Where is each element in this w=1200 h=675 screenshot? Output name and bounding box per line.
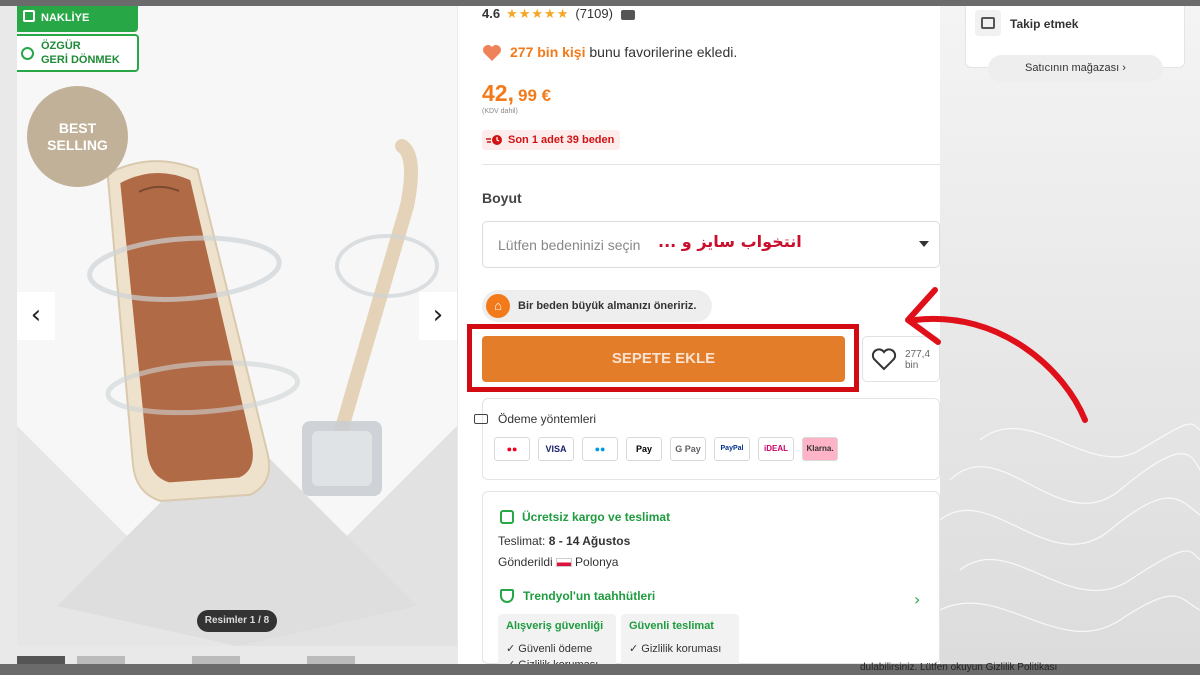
rating-row[interactable]: 4.6 ★★★★★ (7109) (482, 6, 635, 22)
apple-pay-logo: Pay (626, 437, 662, 461)
return-icon (21, 47, 34, 60)
annotation-arrow (905, 287, 1088, 423)
stock-badge: Son 1 adet 39 beden (482, 130, 621, 150)
clock-icon (486, 135, 502, 145)
vat-note: (KDV dahil) (482, 108, 518, 115)
follow-button[interactable]: Takip etmek (1010, 17, 1078, 31)
product-info-panel: 4.6 ★★★★★ (7109) 277 bin kişi bunu favoril… (458, 6, 940, 671)
star-rating-icon: ★★★★★ (506, 6, 570, 21)
divider (482, 164, 940, 165)
image-counter: Resimler 1 / 8 (197, 610, 277, 632)
price: 42, 99 € (482, 80, 552, 106)
payment-title: Ödeme yöntemleri (498, 412, 597, 426)
klarna-logo: Klarna. (802, 437, 838, 461)
paypal-logo: PayPal (714, 437, 750, 461)
seller-store-button[interactable]: Satıcının mağazası › (988, 55, 1163, 82)
heart-icon (483, 45, 501, 62)
mastercard-logo: ●● (494, 437, 530, 461)
annotation-text: انتخواب سایز و ... (658, 232, 802, 251)
shipping-badge: NAKLİYE (17, 6, 138, 32)
sent-from: Gönderildi Polonya (498, 555, 619, 569)
thumbnail[interactable] (77, 656, 125, 664)
store-icon (975, 10, 1001, 36)
shipping-title: Ücretsiz kargo ve teslimat (522, 510, 671, 524)
next-image-button[interactable]: › (419, 292, 457, 340)
previous-image-button[interactable]: ‹ (17, 292, 55, 340)
hanger-icon: ⌂ (486, 294, 510, 318)
thumbnail-strip[interactable] (17, 656, 457, 664)
thumbnail[interactable] (17, 656, 65, 664)
chevron-down-icon (919, 241, 929, 247)
shopping-security-card: Alışveriş güvenliği ✓ Güvenli ödeme ✓ Gi… (498, 614, 616, 671)
package-icon (500, 510, 514, 524)
best-selling-badge: BEST SELLING (27, 86, 128, 187)
chevron-right-icon[interactable]: › (914, 590, 920, 609)
favorites-info: 277 bin kişi bunu favorilerine ekledi. (482, 44, 737, 62)
thumbnail[interactable] (307, 656, 355, 664)
product-image-gallery[interactable]: NAKLİYE ÖZGÜR GERİ DÖNMEK BEST SELLING ‹… (17, 6, 457, 646)
size-suggestion: ⌂ Bir beden büyük almanızı öneririz. (482, 290, 712, 322)
poland-flag-icon (556, 558, 573, 568)
ideal-logo: iDEAL (758, 437, 794, 461)
camera-icon (620, 9, 635, 20)
commitments-title[interactable]: Trendyol'un taahhütleri (523, 589, 655, 603)
privacy-footer-text: dulabilirsiniz. Lütfen okuyun Gizlilik P… (860, 662, 1058, 673)
google-pay-logo: G Pay (670, 437, 706, 461)
maestro-logo: ●● (582, 437, 618, 461)
box-icon (23, 10, 35, 22)
free-return-badge: ÖZGÜR GERİ DÖNMEK (17, 34, 139, 72)
visa-logo: VISA (538, 437, 574, 461)
size-placeholder: Lütfen bedeninizi seçin (498, 237, 641, 253)
shield-icon (500, 589, 514, 603)
secure-delivery-card: Güvenli teslimat ✓ Gizlilik koruması (621, 614, 739, 670)
size-label: Boyut (482, 190, 522, 206)
card-icon (474, 414, 488, 424)
thumbnail[interactable] (192, 656, 240, 664)
add-to-cart-button[interactable]: SEPETE EKLE (482, 336, 845, 382)
delivery-dates: Teslimat: 8 - 14 Ağustos (498, 534, 631, 548)
